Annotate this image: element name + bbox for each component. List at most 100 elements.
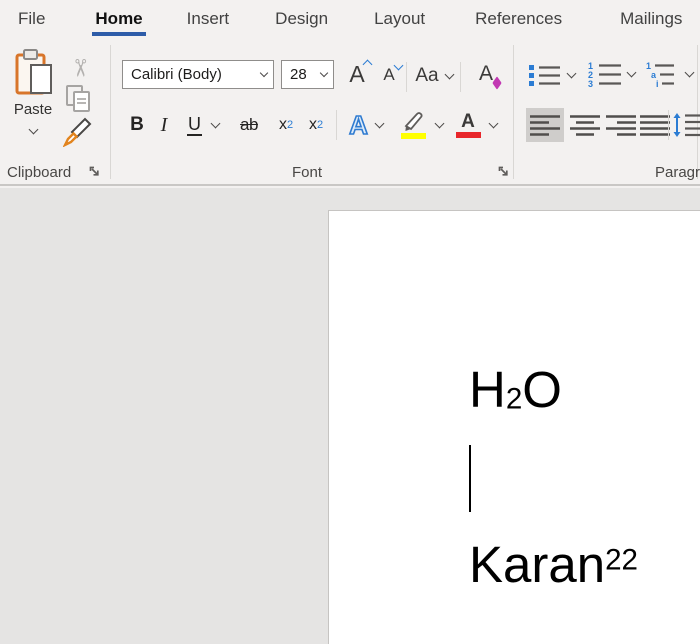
multilevel-list-icon: 1 a i	[646, 61, 674, 87]
tab-mailings[interactable]: Mailings	[617, 0, 685, 38]
format-painter-button[interactable]	[62, 116, 94, 148]
multilevel-chevron-icon[interactable]	[684, 67, 694, 77]
highlighter-pen-icon	[404, 111, 422, 131]
change-case-glyph: Aa	[415, 65, 439, 86]
change-case-chevron-icon	[444, 69, 455, 79]
copy-icon	[66, 85, 90, 112]
tab-home[interactable]: Home	[92, 0, 146, 38]
align-center-icon	[570, 114, 600, 136]
shrink-font-button[interactable]: A	[374, 60, 404, 90]
home-ribbon: Paste ✂ Clipboard Calibri (Body) 28 A A …	[0, 38, 700, 186]
font-size-chevron-icon	[319, 68, 329, 77]
align-left-button[interactable]	[526, 108, 564, 142]
text-effects-chevron-icon[interactable]	[374, 118, 385, 128]
paste-button[interactable]: Paste	[6, 48, 60, 148]
subscript-mark-glyph: 2	[286, 119, 294, 131]
superscript-mark-glyph: 2	[316, 119, 324, 131]
karan-superscript: 22	[605, 543, 638, 577]
divider	[668, 110, 669, 140]
underline-button[interactable]: U	[180, 108, 226, 142]
font-color-chevron-icon[interactable]	[488, 118, 498, 128]
font-color-glyph: A	[461, 111, 475, 132]
word-window: File Home Insert Design Layout Reference…	[0, 0, 700, 644]
numbering-button[interactable]: 1 2 3	[582, 58, 640, 90]
clipboard-dialog-launcher[interactable]	[87, 164, 101, 178]
strikethrough-button[interactable]: ab	[232, 108, 266, 142]
tab-design[interactable]: Design	[272, 0, 331, 38]
scissors-icon: ✂	[65, 57, 94, 79]
tab-layout[interactable]: Layout	[371, 0, 428, 38]
clipboard-paste-icon	[15, 49, 52, 95]
clear-formatting-button[interactable]: A	[468, 58, 504, 90]
font-name-select[interactable]: Calibri (Body)	[122, 60, 274, 89]
font-name-chevron-icon	[259, 68, 269, 77]
superscript-button[interactable]: x2	[302, 108, 330, 142]
font-group-label: Font	[291, 164, 322, 181]
document-page[interactable]: H2O Karan22	[328, 210, 700, 644]
eraser-icon	[492, 76, 502, 90]
highlight-color-swatch	[400, 132, 426, 139]
h2o-base-o: O	[522, 361, 562, 418]
cut-button[interactable]: ✂	[66, 54, 94, 82]
paste-dropdown-chevron-icon[interactable]	[28, 124, 38, 135]
divider	[460, 62, 461, 92]
highlight-chevron-icon[interactable]	[434, 118, 444, 128]
document-canvas: H2O Karan22	[0, 188, 700, 644]
text-effects-button[interactable]: A	[341, 108, 391, 142]
font-dialog-launcher[interactable]	[496, 164, 510, 178]
change-case-button[interactable]: Aa	[411, 62, 457, 90]
align-right-button[interactable]	[602, 108, 640, 142]
svg-text:3: 3	[588, 79, 593, 87]
bullet-list-icon	[529, 65, 560, 86]
line-spacing-button[interactable]	[672, 108, 700, 142]
underline-chevron-icon[interactable]	[210, 118, 221, 128]
paragraph-karan[interactable]: Karan22	[469, 539, 638, 590]
h2o-base-h: H	[469, 361, 506, 418]
tab-references[interactable]: References	[472, 0, 565, 38]
paragraph-h2o[interactable]: H2O	[469, 364, 562, 415]
karan-base: Karan	[469, 536, 606, 593]
numbering-chevron-icon[interactable]	[626, 67, 636, 77]
svg-text:i: i	[656, 79, 659, 87]
italic-button[interactable]: I	[153, 108, 175, 142]
paste-label: Paste	[13, 101, 53, 118]
copy-button[interactable]	[64, 84, 94, 114]
ribbon-tab-bar: File Home Insert Design Layout Reference…	[0, 0, 700, 38]
font-size-select[interactable]: 28	[281, 60, 334, 89]
font-color-swatch	[455, 132, 481, 138]
shrink-font-glyph: A	[383, 65, 395, 84]
bullets-button[interactable]	[524, 60, 580, 90]
text-highlight-button[interactable]	[394, 108, 448, 142]
line-spacing-icon	[673, 113, 700, 137]
tab-insert[interactable]: Insert	[184, 0, 233, 38]
paragraph-group-label: Paragraph	[655, 164, 700, 181]
clear-formatting-glyph: A	[478, 62, 493, 85]
group-divider	[513, 45, 514, 179]
dialog-launcher-icon	[89, 166, 99, 176]
tab-file[interactable]: File	[15, 0, 48, 38]
align-center-button[interactable]	[566, 108, 604, 142]
superscript-base-glyph: x	[308, 116, 317, 133]
divider	[406, 62, 407, 92]
justify-icon	[640, 114, 670, 136]
group-divider	[110, 45, 111, 179]
font-name-value: Calibri (Body)	[131, 66, 222, 83]
bullets-chevron-icon[interactable]	[566, 68, 577, 78]
text-effects-icon: A	[348, 110, 368, 140]
text-cursor	[469, 445, 471, 512]
font-color-button[interactable]: A	[450, 108, 502, 142]
format-painter-icon	[63, 117, 92, 147]
h2o-subscript: 2	[505, 382, 523, 416]
subscript-base-glyph: x	[278, 116, 287, 133]
divider	[336, 110, 337, 140]
dialog-launcher-icon	[498, 166, 508, 176]
numbered-list-icon: 1 2 3	[588, 61, 621, 87]
clipboard-group-label: Clipboard	[7, 164, 72, 181]
shrink-font-caret-icon	[393, 60, 404, 71]
bold-button[interactable]: B	[124, 108, 150, 142]
grow-font-button[interactable]: A	[341, 58, 373, 90]
align-right-icon	[606, 114, 636, 136]
align-left-icon	[530, 114, 560, 136]
multilevel-list-button[interactable]: 1 a i	[640, 58, 698, 90]
subscript-button[interactable]: x2	[272, 108, 300, 142]
